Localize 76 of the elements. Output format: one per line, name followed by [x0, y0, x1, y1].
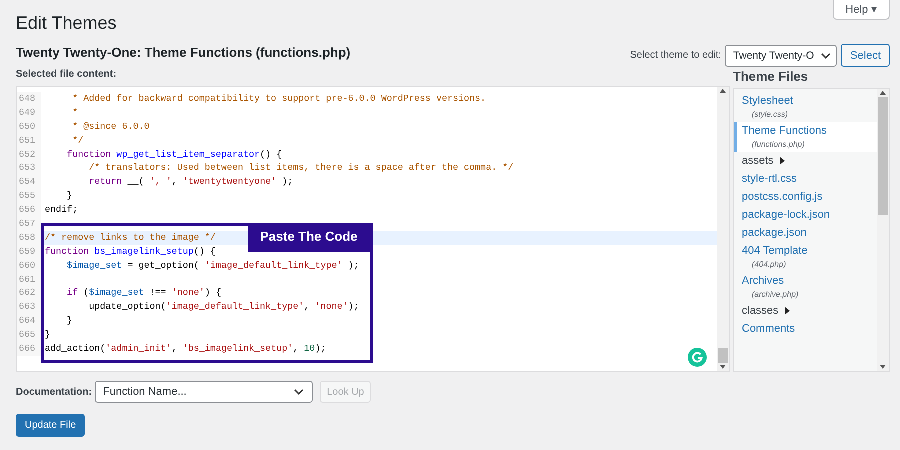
code-line: update_option('image_default_link_type', 'none');: [88, 300, 360, 314]
code-line: * Added for backward compatibility to support pre-6.0.0 WordPress versions.: [72, 92, 486, 106]
code-line: $image_set = get_option( 'image_default_link_type' );: [66, 258, 360, 273]
line-number: 651: [17, 134, 41, 148]
file-title: Twenty Twenty-One: Theme Functions (functions.php): [16, 44, 351, 60]
help-button[interactable]: Help ▾: [833, 0, 890, 20]
file-link[interactable]: Stylesheet: [742, 95, 794, 107]
line-number: 655: [17, 189, 41, 204]
file-link[interactable]: Archives: [742, 275, 784, 287]
code-line: add_action('admin_init', 'bs_imagelink_setup', 10);: [44, 342, 326, 356]
chevron-down-icon: [294, 389, 304, 395]
file-link[interactable]: package-lock.json: [742, 209, 830, 221]
scroll-down-icon[interactable]: [717, 363, 729, 371]
line-number: 657: [17, 217, 41, 231]
scrollbar[interactable]: [717, 87, 729, 371]
file-name: (404.php): [751, 260, 786, 269]
line-number: 658: [17, 230, 41, 245]
scrollbar[interactable]: [877, 89, 889, 371]
chevron-down-icon: [821, 52, 832, 58]
file-name: (archive.php): [751, 290, 799, 299]
code-line: * @since 6.0.0: [72, 120, 150, 134]
line-number: 648: [17, 92, 41, 106]
line-number: 665: [17, 328, 41, 342]
code-line: endif;: [44, 203, 78, 218]
file-link[interactable]: postcss.config.js: [742, 191, 823, 203]
code-line: /* remove links to the image */: [44, 230, 216, 245]
file-link[interactable]: style-rtl.css: [742, 173, 797, 185]
select-button[interactable]: Select: [841, 44, 890, 67]
line-number: 653: [17, 161, 41, 176]
line-number: 660: [17, 258, 41, 273]
line-number: 663: [17, 300, 41, 314]
code-line: return __( ', ', 'twentytwentyone' );: [88, 175, 294, 190]
scrollbar-thumb[interactable]: [718, 348, 728, 363]
caret-right-icon[interactable]: [778, 157, 786, 165]
selected-file-item[interactable]: Theme Functions (functions.php): [734, 122, 877, 152]
line-number: 662: [17, 286, 41, 300]
folder-toggle[interactable]: classes: [742, 305, 779, 317]
code-line: if ($image_set !== 'none') {: [66, 286, 222, 300]
code-line: *: [72, 106, 78, 120]
code-line: /* translators: Used between list items, there is a space after the comma. */: [88, 161, 514, 176]
file-link[interactable]: Comments: [742, 323, 796, 335]
file-name: (functions.php): [751, 140, 805, 149]
scrollbar-thumb[interactable]: [878, 97, 888, 215]
code-line: }: [66, 189, 73, 204]
line-number: 661: [17, 272, 41, 286]
line-number: 649: [17, 106, 41, 120]
content-label: Selected file content:: [16, 69, 117, 80]
documentation-label: Documentation:: [16, 386, 92, 398]
file-link[interactable]: 404 Template: [742, 245, 808, 257]
line-number: 659: [17, 244, 41, 259]
code-line: }: [66, 314, 73, 328]
scroll-up-icon[interactable]: [717, 87, 729, 95]
function-name-select[interactable]: Function Name...: [95, 381, 314, 403]
code-line: */: [72, 134, 84, 148]
caret-right-icon[interactable]: [784, 307, 791, 315]
folder-toggle[interactable]: assets: [742, 155, 774, 167]
code-editor[interactable]: [16, 86, 730, 372]
line-number: 650: [17, 120, 41, 134]
line-number: 656: [17, 203, 41, 218]
line-number: 664: [17, 314, 41, 328]
scroll-down-icon[interactable]: [877, 363, 889, 371]
theme-files-heading: Theme Files: [733, 69, 808, 84]
callout-label: Paste The Code: [248, 223, 370, 252]
code-line: function wp_get_list_item_separator() {: [66, 148, 282, 162]
update-file-button[interactable]: Update File: [16, 414, 86, 437]
file-link[interactable]: package.json: [742, 227, 807, 239]
line-number: 652: [17, 148, 41, 162]
code-line: }: [44, 328, 51, 342]
code-line: function bs_imagelink_setup() {: [44, 244, 216, 259]
select-theme-label: Select theme to edit:: [630, 50, 722, 61]
line-number: 654: [17, 175, 41, 190]
page-title: Edit Themes: [16, 12, 117, 34]
theme-select[interactable]: Twenty Twenty-O: [725, 44, 838, 66]
file-link[interactable]: Theme Functions: [742, 125, 827, 137]
file-name: (style.css): [751, 110, 788, 119]
line-number: 666: [17, 342, 41, 356]
